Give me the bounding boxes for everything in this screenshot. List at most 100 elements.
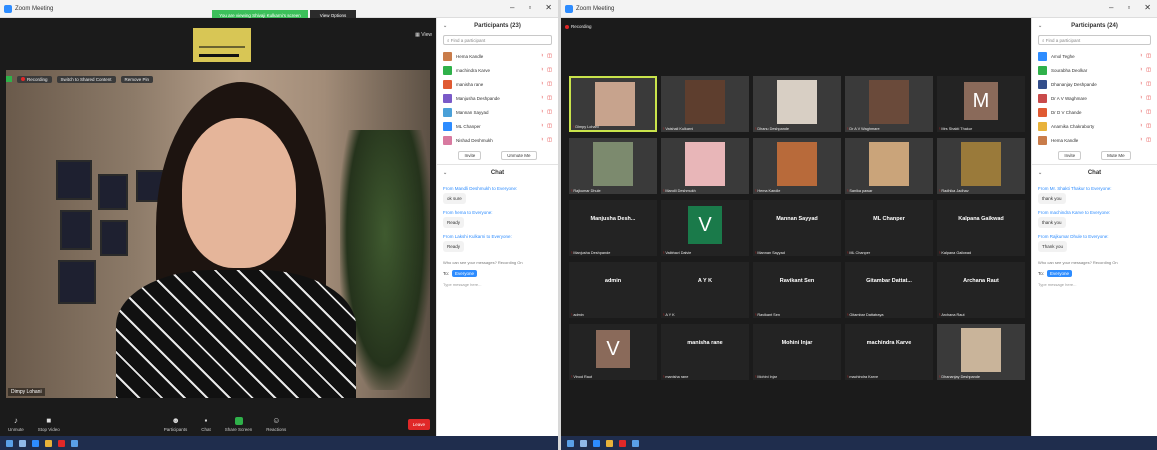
windows-icon[interactable] <box>6 439 13 447</box>
mic-muted-icon: ♮ <box>1140 81 1143 87</box>
find-participant-input[interactable]: ⌕ Find a participant <box>443 35 552 45</box>
video-tile[interactable]: V ♮ Vinod Raut <box>569 324 657 380</box>
maximize-icon[interactable]: ▫ <box>1127 3 1130 12</box>
video-tile[interactable]: A Y K ♮ A Y K <box>661 262 749 318</box>
video-tile[interactable]: ♮ Hema Kandle <box>753 138 841 194</box>
participant-row[interactable]: Dr A V Waghmare ♮ ◫ <box>1032 91 1157 105</box>
chrome-icon[interactable] <box>619 439 626 447</box>
security-icon[interactable] <box>6 76 12 82</box>
video-tile[interactable]: ♮ Dr A V Waghmare <box>845 76 933 132</box>
mute-me-button[interactable]: Mute Me <box>1101 151 1131 160</box>
avatar <box>1038 107 1047 117</box>
invite-button[interactable]: Invite <box>458 151 482 160</box>
video-off-icon: ◫ <box>547 95 552 101</box>
participant-row[interactable]: Mannan Sayyad ♮ ◫ <box>437 105 558 119</box>
recording-indicator[interactable]: Recording <box>17 75 52 83</box>
chevron-down-icon[interactable]: ⌄ <box>1038 170 1042 176</box>
video-tile[interactable]: ♮ Dhananjay Deshpande <box>937 324 1025 380</box>
participant-row[interactable]: Manjusha Deshpande ♮ ◫ <box>437 91 558 105</box>
tile-name-tag: ♮ Ravikant Sen <box>755 312 780 318</box>
video-tile[interactable]: Mohini Injar ♮ Mohini Injar <box>753 324 841 380</box>
video-tile[interactable]: Mannan Sayyad ♮ Mannan Sayyad <box>753 200 841 256</box>
video-tile[interactable]: Kalpana Gaikwad ♮ Kalpana Gaikwad <box>937 200 1025 256</box>
participant-row[interactable]: Anamika Chakraborty ♮ ◫ <box>1032 119 1157 133</box>
tile-name-tag: ♮ Mannan Sayyad <box>755 250 785 256</box>
zoom-icon[interactable] <box>632 439 639 447</box>
participant-row[interactable]: manisha rane ♮ ◫ <box>437 77 558 91</box>
recipient-select[interactable]: Everyone <box>1047 270 1073 277</box>
video-tile[interactable]: ♮ Mandli Deshmukh <box>661 138 749 194</box>
participant-row[interactable]: Sourabha Deolkar ♮ ◫ <box>1032 63 1157 77</box>
participant-row[interactable]: Hema Kandle ♮ ◫ <box>437 49 558 63</box>
share-screen-button[interactable]: Share Screen <box>225 417 252 432</box>
video-tile[interactable]: Gitambar Dattat... ♮ Gitambar Dattatraya <box>845 262 933 318</box>
window-title: Zoom Meeting <box>15 5 54 12</box>
video-tile[interactable]: ♮ Dhanu Deshpande <box>753 76 841 132</box>
recipient-select[interactable]: Everyone <box>452 270 478 277</box>
video-tile[interactable]: ♮ Vaishali Kulkarni <box>661 76 749 132</box>
invite-button[interactable]: Invite <box>1058 151 1082 160</box>
chat-button[interactable]: ▪ Chat <box>201 417 211 433</box>
tile-name-tag: ♮ admin <box>571 312 584 318</box>
close-icon[interactable]: ✕ <box>1144 3 1151 12</box>
chevron-down-icon[interactable]: ⌄ <box>1038 23 1042 29</box>
recording-indicator[interactable]: Recording <box>565 24 592 29</box>
participant-row[interactable]: Nishad Deshmukh ♮ ◫ <box>437 133 558 147</box>
shared-screen-thumbnail[interactable] <box>193 28 251 62</box>
zoom-icon[interactable] <box>71 439 78 447</box>
unmute-me-button[interactable]: Unmute Me <box>501 151 537 160</box>
video-tile[interactable]: V ♮ Vaibhavi Dalvie <box>661 200 749 256</box>
chevron-down-icon[interactable]: ⌄ <box>443 170 447 176</box>
right-screenshot: Zoom Meeting – ▫ ✕ Recording ♮ Dimpy Loha… <box>561 0 1157 450</box>
video-tile[interactable]: machindra Karve ♮ machindra Karve <box>845 324 933 380</box>
participant-row[interactable]: Hema Kandle ♮ ◫ <box>1032 133 1157 147</box>
switch-shared-content-button[interactable]: Switch to Shared Content <box>56 75 116 83</box>
video-tile[interactable]: manisha rane ♮ manisha rane <box>661 324 749 380</box>
tile-name: Mrs Shakti Thakur <box>941 126 973 131</box>
explorer-icon[interactable] <box>45 439 52 447</box>
video-tile[interactable]: ♮ Rajkumar Dhule <box>569 138 657 194</box>
participant-row[interactable]: Dhananjay Deshpande ♮ ◫ <box>1032 77 1157 91</box>
chrome-icon[interactable] <box>58 439 65 447</box>
video-tile[interactable]: admin ♮ admin <box>569 262 657 318</box>
stop-video-button[interactable]: ■ Stop Video <box>38 417 60 433</box>
view-button[interactable]: ▦ View <box>415 32 432 38</box>
maximize-icon[interactable]: ▫ <box>528 3 531 12</box>
windows-icon[interactable] <box>567 439 574 447</box>
chat-input[interactable]: Type message here... <box>1032 280 1157 289</box>
video-tile[interactable]: M ♮ Mrs Shakti Thakur <box>937 76 1025 132</box>
search-icon[interactable] <box>19 439 26 447</box>
participant-row[interactable]: ML Chanper ♮ ◫ <box>437 119 558 133</box>
edge-icon[interactable] <box>32 439 39 447</box>
participant-video <box>869 142 909 186</box>
minimize-icon[interactable]: – <box>1109 3 1113 12</box>
video-tile[interactable]: Manjusha Desh... ♮ Manjusha Deshpande <box>569 200 657 256</box>
minimize-icon[interactable]: – <box>510 3 514 12</box>
video-tile[interactable]: ML Chanper ♮ ML Chanper <box>845 200 933 256</box>
video-tile[interactable]: Archana Raut ♮ Archana Raut <box>937 262 1025 318</box>
unmute-button[interactable]: ♪ Unmute <box>8 417 24 433</box>
close-icon[interactable]: ✕ <box>545 3 552 12</box>
search-icon[interactable] <box>580 439 587 447</box>
reactions-button[interactable]: ☺ Reactions <box>266 417 286 433</box>
chevron-down-icon[interactable]: ⌄ <box>443 23 447 29</box>
edge-icon[interactable] <box>593 439 600 447</box>
participant-row[interactable]: machindra Karve ♮ ◫ <box>437 63 558 77</box>
leave-button[interactable]: Leave <box>407 419 430 430</box>
video-tile[interactable]: ♮ Radhika Jadhav <box>937 138 1025 194</box>
mic-muted-icon: ♮ <box>847 375 849 379</box>
participant-row[interactable]: Dr D V Chande ♮ ◫ <box>1032 105 1157 119</box>
chat-input[interactable]: Type message here... <box>437 280 558 289</box>
find-participant-input[interactable]: ⌕ Find a participant <box>1038 35 1151 45</box>
participant-name: Amol Teghe <box>1051 53 1075 59</box>
participants-button[interactable]: ☻ Participants <box>164 417 188 433</box>
video-tile[interactable]: ♮ Sanika pawar <box>845 138 933 194</box>
tile-name: Archana Raut <box>941 312 965 317</box>
video-tile[interactable]: ♮ Dimpy Lohani <box>569 76 657 132</box>
remove-pin-button[interactable]: Remove Pin <box>120 75 154 83</box>
explorer-icon[interactable] <box>606 439 613 447</box>
tile-name: Vaibhavi Dalvie <box>665 250 692 255</box>
participant-row[interactable]: Amol Teghe ♮ ◫ <box>1032 49 1157 63</box>
mic-muted-icon: ♮ <box>541 95 544 101</box>
video-tile[interactable]: Ravikant Sen ♮ Ravikant Sen <box>753 262 841 318</box>
